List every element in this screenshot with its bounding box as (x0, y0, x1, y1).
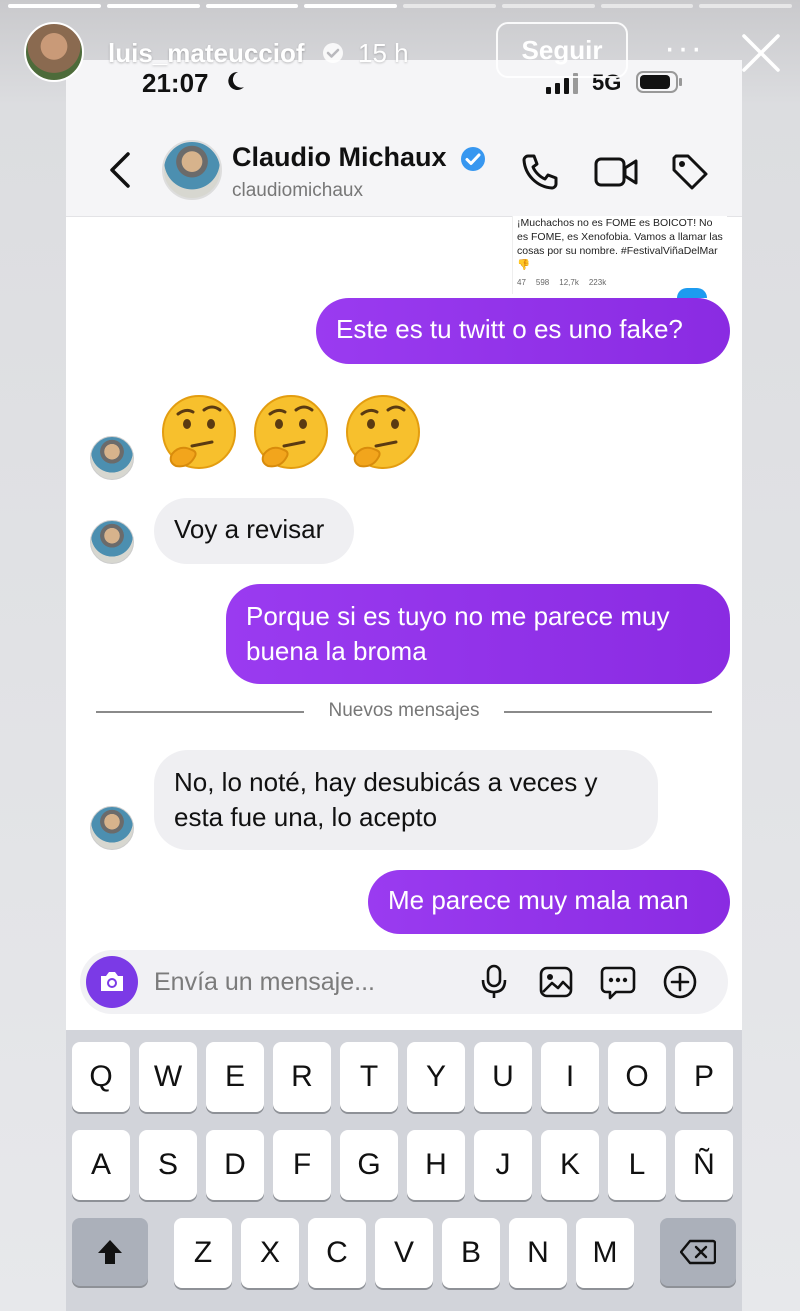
key-p[interactable]: P (675, 1042, 733, 1112)
key-d[interactable]: D (206, 1130, 264, 1200)
back-chevron-icon[interactable] (108, 150, 132, 190)
progress-segment (8, 4, 101, 8)
shift-key[interactable] (72, 1218, 148, 1286)
received-message[interactable]: Voy a revisar (154, 498, 354, 564)
progress-segment (205, 4, 299, 8)
divider-line (504, 711, 712, 713)
backspace-icon (680, 1239, 716, 1265)
camera-icon (101, 972, 123, 991)
sent-message[interactable]: Porque si es tuyo no me parece muy buena… (226, 584, 730, 684)
video-call-icon[interactable] (594, 154, 638, 190)
key-q[interactable]: Q (72, 1042, 130, 1112)
key-n[interactable]: N (509, 1218, 567, 1288)
tweet-replies: 47 (517, 278, 526, 287)
camera-button[interactable] (86, 956, 138, 1008)
tag-icon[interactable] (670, 152, 710, 192)
key-r[interactable]: R (273, 1042, 331, 1112)
key-w[interactable]: W (139, 1042, 197, 1112)
thinking-face-emoji-icon (162, 395, 236, 469)
thinking-face-emoji-icon (346, 395, 420, 469)
key-s[interactable]: S (139, 1130, 197, 1200)
story-author-avatar[interactable] (24, 22, 84, 82)
key-t[interactable]: T (340, 1042, 398, 1112)
backspace-key[interactable] (660, 1218, 736, 1286)
message-composer: Envía un mensaje... (80, 950, 728, 1014)
key-k[interactable]: K (541, 1130, 599, 1200)
shared-tweet-preview[interactable]: ¡Muchachos no es FOME es BOICOT! No es F… (512, 216, 727, 298)
key-x[interactable]: X (241, 1218, 299, 1288)
story-progress-bar (8, 4, 792, 8)
key-v[interactable]: V (375, 1218, 433, 1288)
contact-handle: claudiomichaux (232, 180, 363, 201)
story-time-ago: 15 h (358, 38, 409, 68)
verified-badge-icon (323, 43, 343, 63)
progress-segment (304, 4, 397, 8)
keyboard: QWERTYUIOP ASDFGHJKLÑ ZXCVBNM (66, 1030, 742, 1311)
key-y[interactable]: Y (407, 1042, 465, 1112)
new-messages-divider: Nuevos mensajes (96, 700, 712, 724)
received-message[interactable]: No, lo noté, hay desubicás a veces y est… (154, 750, 658, 850)
progress-segment (403, 4, 496, 8)
key-i[interactable]: I (541, 1042, 599, 1112)
progress-segment (600, 4, 694, 8)
verified-badge-icon (461, 147, 485, 171)
sent-message[interactable]: Este es tu twitt o es uno fake? (316, 298, 730, 364)
sent-message[interactable]: Me parece muy mala man (368, 870, 730, 934)
more-options-icon[interactable]: ··· (664, 31, 704, 68)
key-m[interactable]: M (576, 1218, 634, 1288)
key-g[interactable]: G (340, 1130, 398, 1200)
microphone-icon[interactable] (476, 964, 512, 1000)
sender-avatar[interactable] (90, 520, 134, 564)
shift-arrow-icon (98, 1240, 122, 1264)
close-icon[interactable] (738, 30, 784, 76)
key-ñ[interactable]: Ñ (675, 1130, 733, 1200)
key-b[interactable]: B (442, 1218, 500, 1288)
dm-screenshot: 21:07 5G Claudio Michaux claudiomichaux (66, 60, 742, 1311)
progress-segment (501, 4, 595, 8)
key-z[interactable]: Z (174, 1218, 232, 1288)
tweet-scroll-indicator (677, 288, 707, 298)
tweet-likes: 12,7k (559, 278, 579, 287)
phone-call-icon[interactable] (520, 152, 560, 192)
key-a[interactable]: A (72, 1130, 130, 1200)
contact-avatar[interactable] (162, 140, 222, 200)
message-input[interactable]: Envía un mensaje... (154, 968, 375, 997)
tweet-stats: 47 598 12,7k 223k (513, 272, 727, 287)
key-f[interactable]: F (273, 1130, 331, 1200)
gallery-icon[interactable] (538, 964, 574, 1000)
progress-segment (699, 4, 792, 8)
key-o[interactable]: O (608, 1042, 666, 1112)
key-h[interactable]: H (407, 1130, 465, 1200)
story-username[interactable]: luis_mateucciof (108, 38, 305, 69)
chat-header: Claudio Michaux claudiomichaux (66, 112, 742, 217)
add-plus-icon[interactable] (662, 964, 698, 1000)
key-e[interactable]: E (206, 1042, 264, 1112)
sender-avatar[interactable] (90, 436, 134, 480)
tweet-retweets: 598 (535, 278, 550, 287)
follow-button[interactable]: Seguir (496, 22, 628, 78)
story-header: luis_mateucciof 15 h Seguir ··· (0, 18, 800, 88)
key-j[interactable]: J (474, 1130, 532, 1200)
progress-segment (106, 4, 200, 8)
thinking-face-emoji-icon (254, 395, 328, 469)
key-u[interactable]: U (474, 1042, 532, 1112)
contact-name[interactable]: Claudio Michaux (232, 142, 447, 173)
tweet-views: 223k (588, 278, 607, 287)
sticker-message-icon[interactable] (600, 964, 636, 1000)
tweet-text: ¡Muchachos no es FOME es BOICOT! No es F… (517, 217, 723, 271)
key-c[interactable]: C (308, 1218, 366, 1288)
sender-avatar[interactable] (90, 806, 134, 850)
key-l[interactable]: L (608, 1130, 666, 1200)
